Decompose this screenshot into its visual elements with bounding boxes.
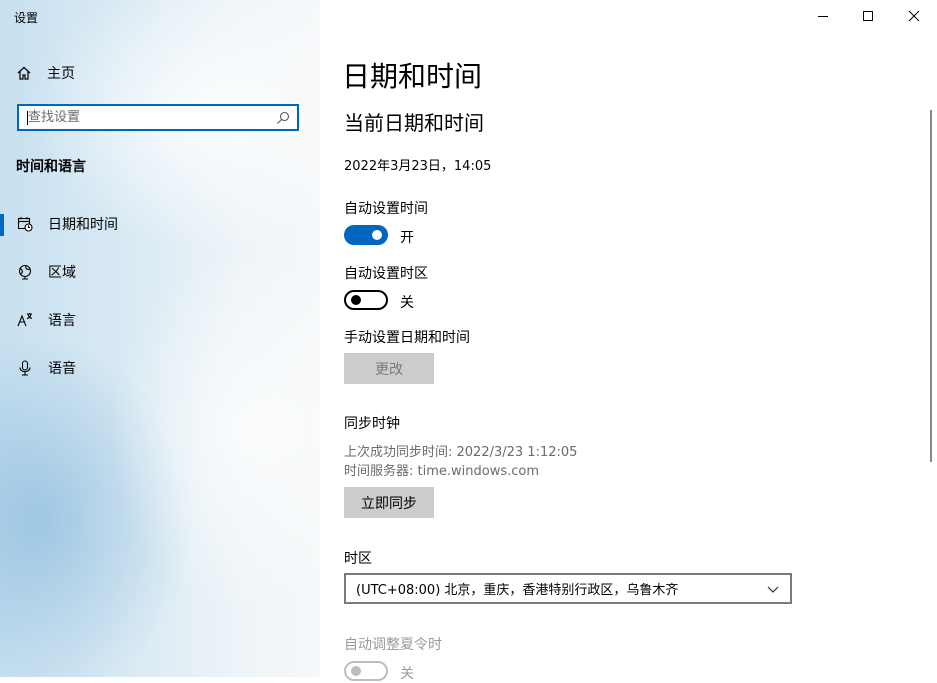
auto-timezone-state: 关 [400,295,414,311]
chevron-down-icon [767,586,779,593]
toggle-knob [351,295,361,305]
sidebar-item-label: 日期和时间 [48,217,118,233]
minimize-icon[interactable] [813,6,833,26]
search-input[interactable] [19,106,276,129]
manual-datetime-label: 手动设置日期和时间 [344,330,470,346]
sidebar-item-speech[interactable]: 语音 [0,348,320,388]
close-icon[interactable] [904,6,924,26]
auto-timezone-toggle[interactable] [344,290,388,310]
toggle-knob [351,666,361,676]
search-icon[interactable] [276,111,290,125]
sync-clock-heading: 同步时钟 [344,416,400,432]
dst-label: 自动调整夏令时 [344,637,442,653]
sidebar-item-label: 语音 [48,361,76,377]
dst-toggle[interactable] [344,661,388,681]
maximize-icon[interactable] [858,6,878,26]
auto-time-state: 开 [400,230,414,246]
scrollbar[interactable] [930,110,932,462]
globe-icon [17,264,33,280]
time-server-text: 时间服务器: time.windows.com [344,464,540,479]
sync-now-button[interactable]: 立即同步 [344,487,434,518]
last-sync-text: 上次成功同步时间: 2022/3/23 1:12:05 [344,445,578,460]
home-icon [17,66,31,80]
section-title: 时间和语言 [16,159,86,175]
text-cursor [27,111,28,125]
sidebar-item-label: 区域 [48,265,76,281]
auto-timezone-label: 自动设置时区 [344,266,428,282]
microphone-icon [17,360,33,376]
timezone-select[interactable]: (UTC+08:00) 北京，重庆，香港特别行政区，乌鲁木齐 [344,573,792,604]
language-icon [17,312,33,328]
home-nav-item[interactable]: 主页 [16,62,75,84]
sidebar-item-label: 语言 [48,313,76,329]
page-title: 日期和时间 [342,60,483,93]
timezone-value: (UTC+08:00) 北京，重庆，香港特别行政区，乌鲁木齐 [356,583,679,598]
sidebar-item-language[interactable]: 语言 [0,300,320,340]
toggle-knob [372,230,382,240]
dst-state: 关 [400,666,414,682]
change-button[interactable]: 更改 [344,353,434,384]
timezone-label: 时区 [344,551,372,567]
sidebar-item-date-time[interactable]: 日期和时间 [0,204,320,244]
calendar-clock-icon [17,216,33,232]
current-datetime-value: 2022年3月23日，14:05 [344,159,492,174]
main-panel: 日期和时间 当前日期和时间 2022年3月23日，14:05 自动设置时间 开 … [320,0,937,682]
auto-time-toggle[interactable] [344,225,388,245]
window-title: 设置 [14,11,39,25]
auto-time-label: 自动设置时间 [344,201,428,217]
search-box[interactable] [17,104,299,131]
sidebar: 设置 主页 时间和语言 日期和时间 区域 [0,0,320,677]
current-datetime-heading: 当前日期和时间 [344,111,484,135]
sidebar-item-region[interactable]: 区域 [0,252,320,292]
home-label: 主页 [47,66,75,82]
